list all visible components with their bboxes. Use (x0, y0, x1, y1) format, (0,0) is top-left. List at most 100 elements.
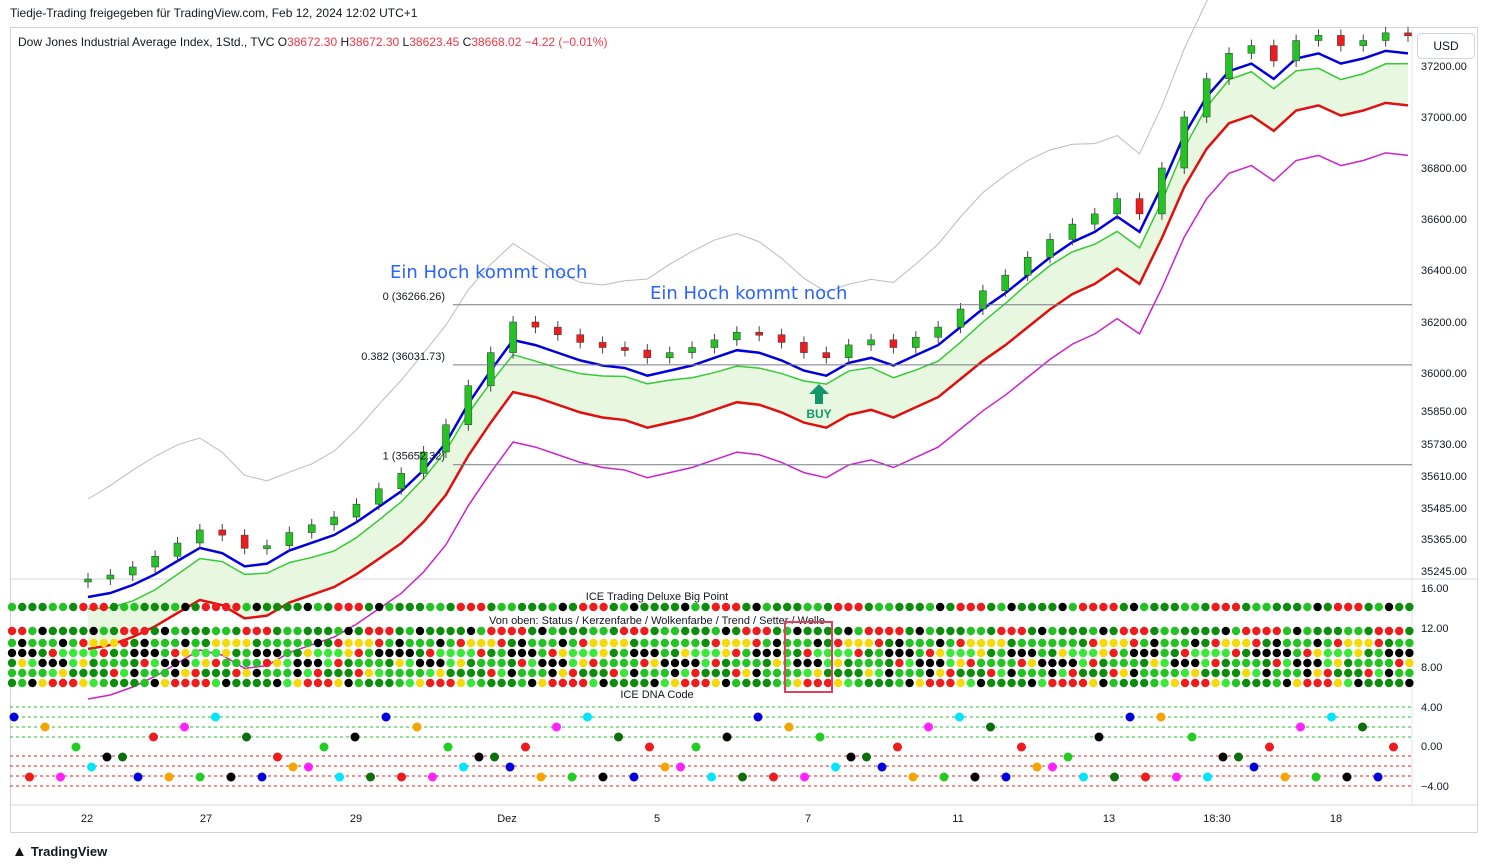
ice-status-dot (252, 638, 261, 648)
candle-body (598, 342, 607, 348)
dna-signal-dot (1389, 742, 1398, 752)
ice-status-dot (171, 668, 180, 678)
ice-status-dot (711, 638, 720, 648)
ice-status-dot (579, 658, 588, 668)
ice-status-dot (1160, 626, 1169, 636)
ice-status-dot (568, 658, 578, 668)
ice-status-dot (528, 626, 537, 636)
dna-signal-dot (1249, 762, 1259, 772)
ice-status-dot (48, 648, 57, 658)
ice-status-dot (742, 668, 751, 678)
ice-status-dot (1109, 678, 1118, 688)
candle-body (1113, 198, 1121, 215)
ice-status-dot (1374, 678, 1384, 688)
ice-status-dot (273, 638, 282, 648)
ice-status-dot (334, 638, 343, 648)
symbol-legend[interactable]: Dow Jones Industrial Average Index, 1Std… (18, 35, 607, 49)
ice-status-dot (711, 626, 720, 636)
candle-body (442, 424, 450, 453)
ice-status-dot (1038, 678, 1047, 688)
ice-status-dot (1354, 626, 1363, 636)
ice-status-dot (1354, 648, 1363, 658)
high-value: 38672.30 (349, 35, 400, 49)
ice-status-dot (885, 648, 894, 658)
ice-status-dot (303, 602, 312, 612)
candle-body (1023, 257, 1032, 276)
ice-status-dot (273, 648, 282, 658)
ice-status-dot (691, 638, 700, 648)
ice-status-dot (966, 648, 975, 658)
ice-status-dot (426, 658, 435, 668)
dna-signal-dot (1234, 752, 1243, 762)
ice-status-dot (385, 658, 394, 668)
ice-status-dot (905, 658, 914, 668)
ice-status-dot (823, 668, 833, 678)
ice-status-dot (1068, 668, 1078, 678)
ice-status-dot (1170, 638, 1180, 648)
ice-status-dot (273, 658, 282, 668)
dna-signal-dot (521, 742, 530, 752)
ice-status-dot (1344, 678, 1353, 688)
ice-status-dot (619, 602, 629, 612)
ice-status-dot (1384, 602, 1394, 612)
currency-button[interactable]: USD (1417, 33, 1475, 59)
ice-status-dot (487, 658, 496, 668)
candle-body (844, 344, 853, 358)
ice-status-dot (1354, 668, 1363, 678)
ice-status-dot (732, 602, 741, 612)
ice-status-dot (619, 678, 629, 688)
ice-status-dot (109, 658, 119, 668)
ice-status-dot (242, 626, 251, 636)
ice-status-dot (171, 658, 180, 668)
ice-status-dot (1129, 602, 1139, 612)
ice-status-dot (1140, 638, 1149, 648)
ice-status-dot (956, 638, 965, 648)
tradingview-logo-icon: ▲ (12, 843, 27, 860)
ice-status-dot (803, 626, 812, 636)
ice-status-dot (844, 668, 853, 678)
close-value: 38668.02 (471, 35, 522, 49)
ice-status-dot (1364, 626, 1373, 636)
ice-status-dot (1201, 668, 1210, 678)
ice-status-dot (609, 602, 618, 612)
ice-status-dot (222, 658, 231, 668)
ice-status-dot (191, 658, 200, 668)
chart-canvas[interactable]: 37200.00 37000.00 36800.00 36600.00 36400.00… (0, 0, 1488, 868)
ice-status-dot (130, 648, 139, 658)
ice-status-dot (497, 626, 506, 636)
ice-status-dot (681, 678, 690, 688)
ice-status-dot (1140, 668, 1149, 678)
dna-signal-dot (1048, 762, 1057, 772)
ice-status-dot (721, 658, 731, 668)
ice-status-dot (1293, 638, 1302, 648)
dna-signal-dot (366, 772, 375, 782)
candle-body (822, 352, 831, 358)
ice-status-dot (1180, 638, 1190, 648)
ice-status-dot (344, 626, 353, 636)
ice-status-dot (1242, 626, 1251, 636)
ice-status-dot (1007, 678, 1016, 688)
ice-status-dot (987, 658, 996, 668)
ice-status-dot (38, 678, 47, 688)
dna-signal-dot (1001, 772, 1011, 782)
price-axis-label: 35245.00 (1421, 566, 1467, 578)
ice-status-dot (262, 668, 272, 678)
dna-signal-dot (164, 772, 174, 782)
ice-status-dot (568, 648, 578, 658)
ice-status-dot (1078, 648, 1088, 658)
tradingview-logo[interactable]: ▲ TradingView (12, 843, 107, 860)
ice-status-dot (109, 626, 119, 636)
time-axis-label: 5 (654, 813, 660, 825)
ice-status-dot (1364, 658, 1373, 668)
ice-status-dot (1384, 678, 1394, 688)
ice-status-dot (28, 626, 37, 636)
ice-status-dot (1282, 668, 1292, 678)
price-axis-label: 37000.00 (1421, 112, 1467, 124)
ice-status-dot (987, 648, 996, 658)
ice-status-dot (477, 638, 486, 648)
ice-status-dot (1303, 678, 1312, 688)
ice-status-dot (1333, 638, 1343, 648)
ice-status-dot (487, 668, 496, 678)
ice-status-dot (742, 602, 751, 612)
ice-status-dot (711, 602, 720, 612)
